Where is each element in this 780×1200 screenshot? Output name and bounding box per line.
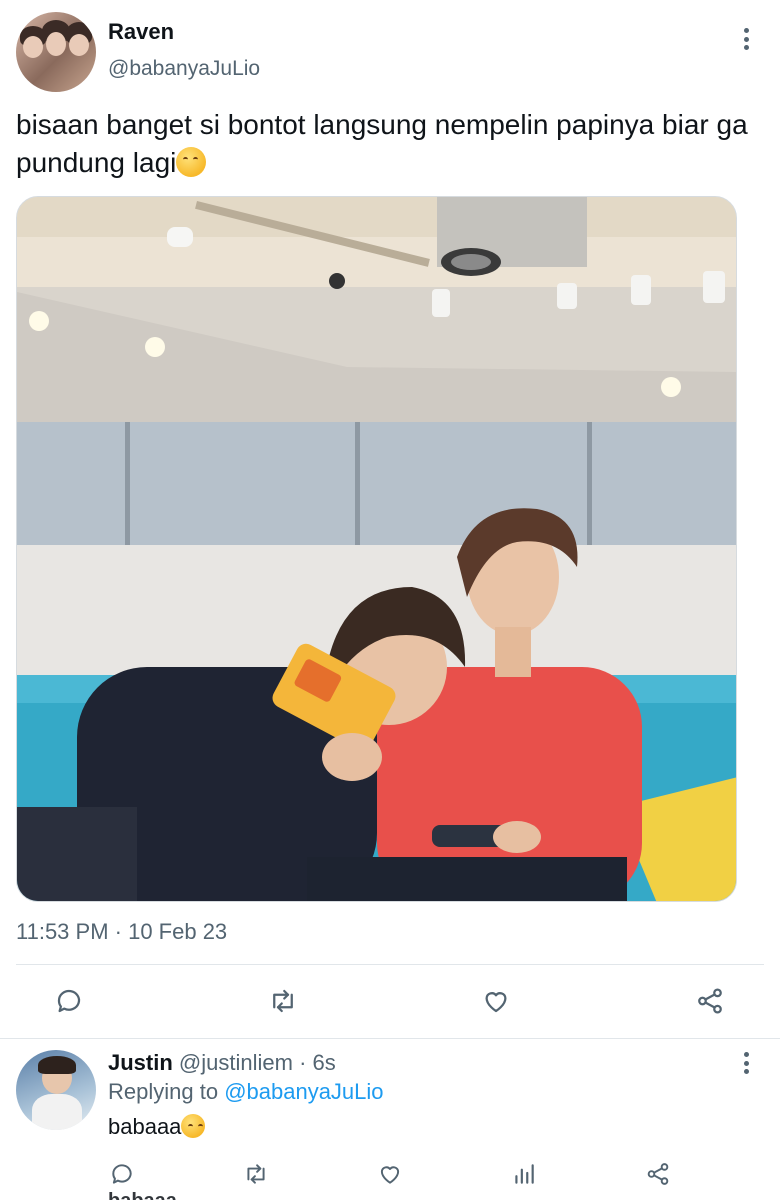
reply-more-options-icon[interactable] xyxy=(736,1048,756,1078)
reply-text: babaaa xyxy=(108,1114,206,1140)
share-icon[interactable] xyxy=(692,983,728,1019)
face-with-hand-over-mouth-icon xyxy=(176,147,207,177)
divider xyxy=(16,964,764,965)
reply-author-handle[interactable]: @justinliem xyxy=(179,1050,293,1075)
avatar-figure xyxy=(23,36,43,58)
tweet-text: bisaan banget si bontot langsung nempeli… xyxy=(16,106,756,182)
replying-to: Replying to @babanyaJuLio xyxy=(108,1079,384,1105)
reply-author-line: Justin @justinliem · 6s xyxy=(108,1050,336,1076)
avatar-figure xyxy=(32,1094,82,1130)
reply-icon[interactable] xyxy=(51,983,87,1019)
reply-share-icon[interactable] xyxy=(640,1156,676,1192)
reply-text-content: babaaa xyxy=(108,1114,182,1139)
tweet: Raven @babanyaJuLio bisaan banget si bon… xyxy=(0,0,780,1040)
tweet-timestamp[interactable]: 11:53 PM · 10 Feb 23 xyxy=(16,919,227,945)
next-reply-peek: babaaa xyxy=(108,1190,177,1200)
retweet-icon[interactable] xyxy=(265,983,301,1019)
avatar-figure xyxy=(69,34,89,56)
reply-author-avatar[interactable] xyxy=(16,1050,96,1130)
author-avatar[interactable] xyxy=(16,12,96,92)
divider xyxy=(0,1038,780,1039)
replying-to-label: Replying to xyxy=(108,1079,225,1104)
author-name[interactable]: Raven xyxy=(108,19,174,45)
weary-face-icon xyxy=(181,1114,206,1138)
more-options-icon[interactable] xyxy=(736,24,756,54)
tweet-media-photo[interactable] xyxy=(16,196,737,902)
author-handle[interactable]: @babanyaJuLio xyxy=(108,57,260,81)
reply-like-icon[interactable] xyxy=(372,1156,408,1192)
tweet-text-content: bisaan banget si bontot langsung nempeli… xyxy=(16,109,748,178)
reply-age: · 6s xyxy=(299,1050,336,1075)
avatar-figure xyxy=(46,32,66,56)
reply-reply-icon[interactable] xyxy=(104,1156,140,1192)
reply-retweet-icon[interactable] xyxy=(238,1156,274,1192)
replying-to-link[interactable]: @babanyaJuLio xyxy=(224,1079,383,1104)
reply-views-icon[interactable] xyxy=(506,1156,542,1192)
reply-author-name[interactable]: Justin xyxy=(108,1050,173,1075)
avatar-figure xyxy=(38,1056,76,1074)
like-icon[interactable] xyxy=(478,983,514,1019)
